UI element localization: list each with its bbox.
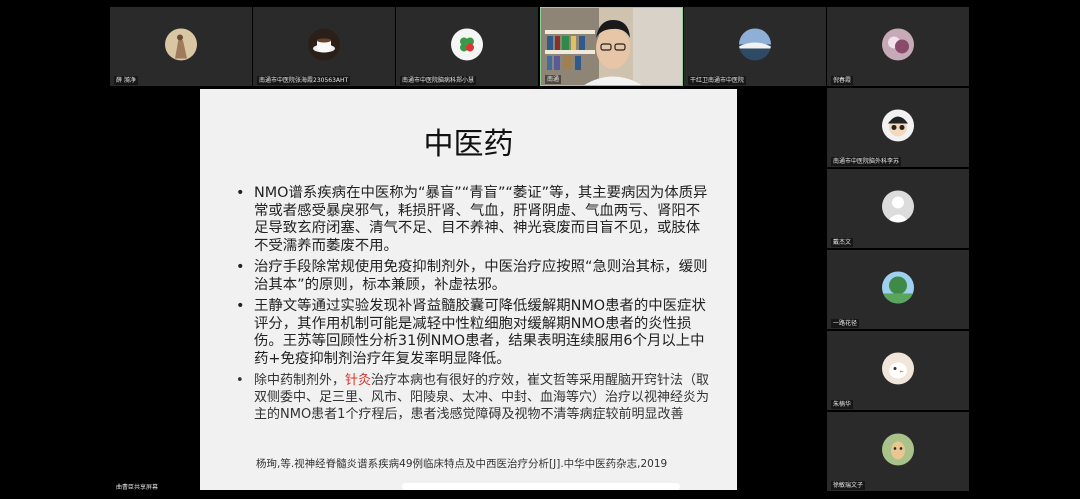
participant-tile-2[interactable]: 南通市中医院张海霞230563AHT — [253, 7, 395, 86]
participant-name: 一路花径 — [831, 319, 860, 328]
bullet-text: 除中药制剂外， — [254, 373, 346, 388]
participant-name: 倪春霞 — [831, 76, 854, 85]
horizontal-scrollbar[interactable] — [402, 483, 680, 490]
coffee-icon — [308, 27, 340, 60]
participant-name: 朱楠华 — [831, 400, 854, 409]
participant-tile-6[interactable]: 倪春霞 — [827, 7, 969, 86]
cartoon-icon — [882, 108, 914, 141]
participant-tile-side-2[interactable]: 戴杰文 — [827, 169, 969, 248]
participant-name: 南通 — [545, 75, 562, 84]
participant-tile-side-1[interactable]: 南通市中医院脑外科李苏 — [827, 88, 969, 167]
participant-tile-side-4[interactable]: 朱楠华 — [827, 331, 969, 410]
participant-name: 南通市中医院脑外科李苏 — [831, 157, 902, 166]
participant-tile-1[interactable]: 薛 漪净 — [110, 7, 252, 86]
highlighted-term: 针灸 — [345, 373, 372, 388]
alpaca-icon — [882, 432, 914, 465]
participant-name: 南通市中医院张海霞230563AHT — [257, 76, 351, 85]
painting-icon — [165, 27, 197, 60]
participant-name: 薛 漪净 — [114, 76, 138, 85]
citation: 杨珣,等.视神经脊髓炎谱系疾病49例临床特点及中西医治疗分析[J].中华中医药杂… — [256, 458, 668, 470]
participant-tile-5[interactable]: 干红卫南通市中医院 — [684, 7, 826, 86]
landscape-icon — [739, 27, 771, 60]
participant-tile-side-3[interactable]: 一路花径 — [827, 250, 969, 329]
participant-tile-side-5[interactable]: 徐敏瑞文子 — [827, 412, 969, 491]
participant-tile-video[interactable]: 南通 — [540, 7, 683, 86]
flower-icon — [882, 27, 914, 60]
participant-tile-3[interactable]: 南通市中医院脑病科郑小慧 — [396, 7, 538, 86]
camera-video — [541, 8, 682, 85]
screen-share-owner: 曲曹臣共享屏幕 — [116, 484, 159, 491]
slide-title: 中医药 — [423, 127, 514, 162]
bird-icon — [882, 351, 914, 384]
clover-icon — [451, 27, 483, 60]
tree-icon — [882, 270, 914, 303]
participant-name: 干红卫南通市中医院 — [688, 76, 747, 85]
participant-name: 戴杰文 — [831, 238, 854, 247]
participant-name: 徐敏瑞文子 — [831, 481, 866, 490]
presentation-slide: 中医药 NMO谱系疾病在中医称为“暴盲”“青盲”“萎证”等，其主要病因为体质异常… — [200, 89, 737, 490]
bullet-item: 除中药制剂外，针灸治疗本病也有很好的疗效，崔文哲等采用醒脑开窍针法（取双侧委中、… — [232, 372, 712, 423]
slide-bullets: NMO谱系疾病在中医称为“暴盲”“青盲”“萎证”等，其主要病因为体质异常或者感受… — [232, 185, 712, 427]
bullet-item: NMO谱系疾病在中医称为“暴盲”“青盲”“萎证”等，其主要病因为体质异常或者感受… — [232, 185, 712, 255]
bullet-item: 治疗手段除常规使用免疫抑制剂外，中医治疗应按照“急则治其标，缓则治其本”的原则，… — [232, 259, 712, 294]
participant-name: 南通市中医院脑病科郑小慧 — [400, 76, 477, 85]
default-avatar-icon — [882, 189, 914, 222]
bullet-item: 王静文等通过实验发现补肾益髓胶囊可降低缓解期NMO患者的中医症状评分，其作用机制… — [232, 298, 712, 368]
